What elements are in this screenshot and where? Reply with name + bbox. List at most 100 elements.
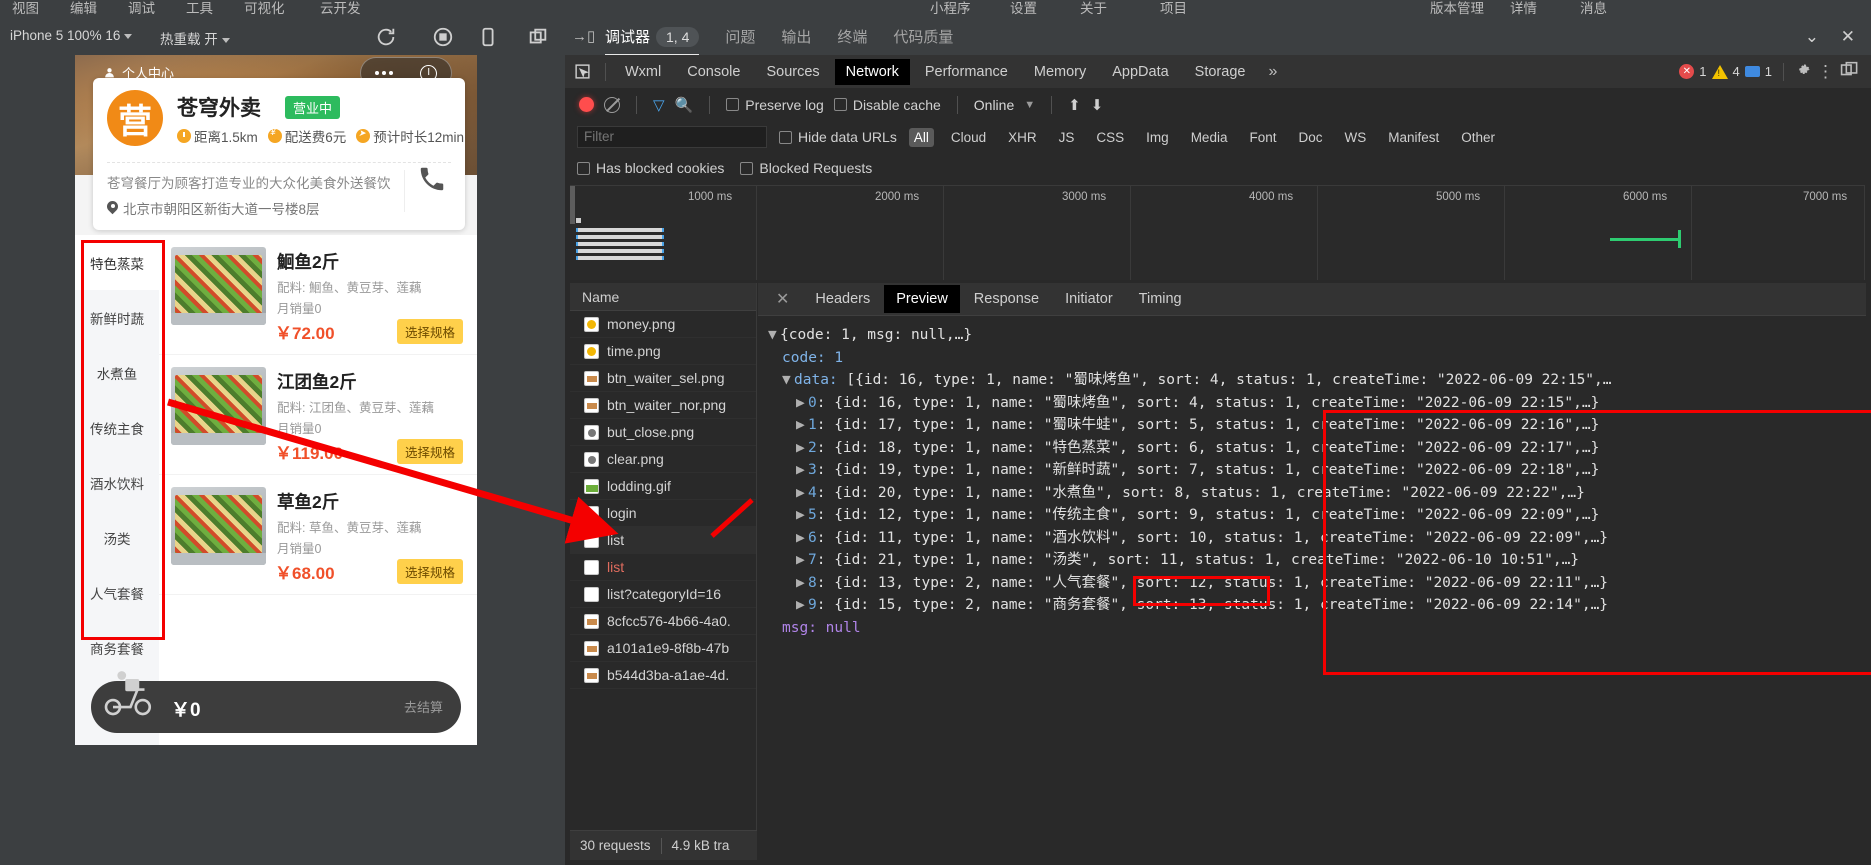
- expand-triangle-icon[interactable]: ▶: [796, 572, 808, 595]
- filter-type-media[interactable]: Media: [1186, 128, 1233, 147]
- tab-storage[interactable]: Storage: [1184, 59, 1257, 85]
- network-timeline[interactable]: 1000 ms 2000 ms 3000 ms 4000 ms 5000 ms …: [570, 185, 1865, 280]
- chevron-down-icon[interactable]: ▼: [1024, 99, 1035, 111]
- json-array-item[interactable]: ▶ 7: {id: 21, type: 1, name: "汤类", sort: …: [768, 549, 1866, 572]
- name-column-header[interactable]: Name: [570, 283, 756, 311]
- json-array-item[interactable]: ▶ 3: {id: 19, type: 1, name: "新鲜时蔬", sort…: [768, 459, 1866, 482]
- menu-item-4[interactable]: 可视化: [244, 0, 285, 17]
- json-data-line[interactable]: ▼ data: [{id: 16, type: 1, name: "蜀味烤鱼", …: [768, 369, 1866, 392]
- hot-reload-selector[interactable]: 热重载 开: [160, 28, 230, 48]
- filter-type-doc[interactable]: Doc: [1293, 128, 1327, 147]
- menu-item-2[interactable]: 调试: [128, 0, 155, 17]
- throttling-select[interactable]: Online: [974, 97, 1014, 113]
- dish-item[interactable]: 江团鱼2斤 配料: 江团鱼、黄豆芽、莲藕 月销量0 ￥119.00 选择规格: [159, 355, 477, 475]
- phone-icon[interactable]: [477, 26, 499, 48]
- settings-gear-icon[interactable]: [1795, 61, 1812, 83]
- menu-item-0[interactable]: 视图: [12, 0, 39, 17]
- dock-panel-icon[interactable]: →▯: [572, 27, 595, 45]
- request-row[interactable]: money.png: [570, 311, 756, 338]
- category-item-2[interactable]: 水煮鱼: [75, 345, 159, 400]
- more-icon[interactable]: [374, 71, 393, 75]
- json-root-line[interactable]: ▼ {code: 1, msg: null,…}: [768, 324, 1866, 347]
- filter-type-css[interactable]: CSS: [1091, 128, 1129, 147]
- menu-item-12[interactable]: 消息: [1580, 0, 1607, 17]
- request-row[interactable]: b544d3ba-a1ae-4d.: [570, 662, 756, 689]
- category-item-5[interactable]: 汤类: [75, 510, 159, 565]
- expand-triangle-icon[interactable]: ▶: [796, 504, 808, 527]
- request-list[interactable]: Name money.png time.png btn_waiter_sel.p…: [570, 283, 757, 860]
- request-row[interactable]: login: [570, 500, 756, 527]
- refresh-icon[interactable]: [375, 26, 397, 48]
- call-shop-icon[interactable]: [417, 164, 451, 198]
- filter-type-xhr[interactable]: XHR: [1003, 128, 1042, 147]
- json-array-item[interactable]: ▶ 0: {id: 16, type: 1, name: "蜀味烤鱼", sort…: [768, 392, 1866, 415]
- close-detail-icon[interactable]: ✕: [764, 289, 801, 309]
- expand-triangle-icon[interactable]: ▶: [796, 482, 808, 505]
- kebab-menu-icon[interactable]: ⋮: [1817, 62, 1835, 82]
- request-row[interactable]: clear.png: [570, 446, 756, 473]
- close-icon[interactable]: ✕: [1841, 27, 1855, 47]
- filter-type-manifest[interactable]: Manifest: [1383, 128, 1444, 147]
- export-har-icon[interactable]: ⬇: [1091, 96, 1104, 114]
- menu-item-5[interactable]: 云开发: [320, 0, 361, 17]
- expand-triangle-icon[interactable]: ▶: [796, 527, 808, 550]
- category-item-4[interactable]: 酒水饮料: [75, 455, 159, 510]
- tab-wxml[interactable]: Wxml: [614, 59, 672, 85]
- checkout-button[interactable]: 去结算: [404, 697, 443, 716]
- menu-item-11[interactable]: 详情: [1510, 0, 1537, 17]
- filter-icon[interactable]: ▽: [653, 96, 665, 114]
- tab-terminal[interactable]: 终端: [837, 18, 867, 56]
- json-array-item[interactable]: ▶ 1: {id: 17, type: 1, name: "蜀味牛蛙", sort…: [768, 414, 1866, 437]
- stop-icon[interactable]: [432, 26, 454, 48]
- has-blocked-cookies-checkbox[interactable]: Has blocked cookies: [577, 160, 724, 176]
- inspect-element-icon[interactable]: [565, 55, 599, 88]
- request-row-selected[interactable]: list: [570, 527, 756, 554]
- blocked-requests-checkbox[interactable]: Blocked Requests: [740, 160, 872, 176]
- tab-initiator[interactable]: Initiator: [1053, 285, 1125, 313]
- expand-triangle-icon[interactable]: ▶: [796, 414, 808, 437]
- category-item-3[interactable]: 传统主食: [75, 400, 159, 455]
- disable-cache-checkbox[interactable]: Disable cache: [833, 97, 941, 113]
- tab-network[interactable]: Network: [834, 58, 910, 85]
- clear-icon[interactable]: [604, 96, 620, 113]
- expand-triangle-icon[interactable]: ▶: [796, 594, 808, 617]
- tab-console[interactable]: Console: [676, 59, 751, 85]
- request-row[interactable]: but_close.png: [570, 419, 756, 446]
- dish-item[interactable]: 鮰鱼2斤 配料: 鮰鱼、黄豆芽、莲藕 月销量0 ￥72.00 选择规格: [159, 235, 477, 355]
- menu-item-6[interactable]: 小程序: [930, 0, 971, 17]
- tab-timing[interactable]: Timing: [1127, 285, 1194, 313]
- json-array-item[interactable]: ▶ 9: {id: 15, type: 2, name: "商务套餐", sort…: [768, 594, 1866, 617]
- request-row[interactable]: 8cfcc576-4b66-4a0.: [570, 608, 756, 635]
- json-array-item[interactable]: ▶ 8: {id: 13, type: 2, name: "人气套餐", sort…: [768, 572, 1866, 595]
- import-har-icon[interactable]: ⬆: [1068, 96, 1081, 114]
- tab-preview[interactable]: Preview: [884, 285, 960, 313]
- tab-appdata[interactable]: AppData: [1101, 59, 1179, 85]
- menu-item-7[interactable]: 设置: [1010, 0, 1037, 17]
- expand-triangle-icon[interactable]: ▶: [796, 459, 808, 482]
- request-row[interactable]: a101a1e9-8f8b-47b: [570, 635, 756, 662]
- filter-type-cloud[interactable]: Cloud: [946, 128, 991, 147]
- request-row[interactable]: time.png: [570, 338, 756, 365]
- tab-performance[interactable]: Performance: [914, 59, 1019, 85]
- menu-item-1[interactable]: 编辑: [70, 0, 97, 17]
- json-array-item[interactable]: ▶ 6: {id: 11, type: 1, name: "酒水饮料", sort…: [768, 527, 1866, 550]
- more-tabs-icon[interactable]: »: [1258, 63, 1287, 81]
- cart-bar[interactable]: ￥0 去结算: [91, 671, 461, 733]
- json-array-item[interactable]: ▶ 5: {id: 12, type: 1, name: "传统主食", sort…: [768, 504, 1866, 527]
- menu-item-8[interactable]: 关于: [1080, 0, 1107, 17]
- filter-type-font[interactable]: Font: [1244, 128, 1281, 147]
- preview-json-tree[interactable]: ▼ {code: 1, msg: null,…} code: 1 ▼ data: […: [758, 316, 1866, 860]
- request-row[interactable]: lodding.gif: [570, 473, 756, 500]
- tab-response[interactable]: Response: [962, 285, 1051, 313]
- tab-headers[interactable]: Headers: [803, 285, 882, 313]
- request-row[interactable]: btn_waiter_sel.png: [570, 365, 756, 392]
- menu-item-10[interactable]: 版本管理: [1430, 0, 1484, 17]
- device-selector[interactable]: iPhone 5 100% 16: [10, 28, 133, 43]
- search-icon[interactable]: 🔍: [675, 96, 694, 114]
- record-button[interactable]: [579, 97, 594, 112]
- copy-icon[interactable]: [527, 26, 549, 48]
- filter-type-js[interactable]: JS: [1054, 128, 1080, 147]
- select-spec-button[interactable]: 选择规格: [396, 319, 463, 344]
- filter-type-ws[interactable]: WS: [1340, 128, 1372, 147]
- tab-sources[interactable]: Sources: [755, 59, 830, 85]
